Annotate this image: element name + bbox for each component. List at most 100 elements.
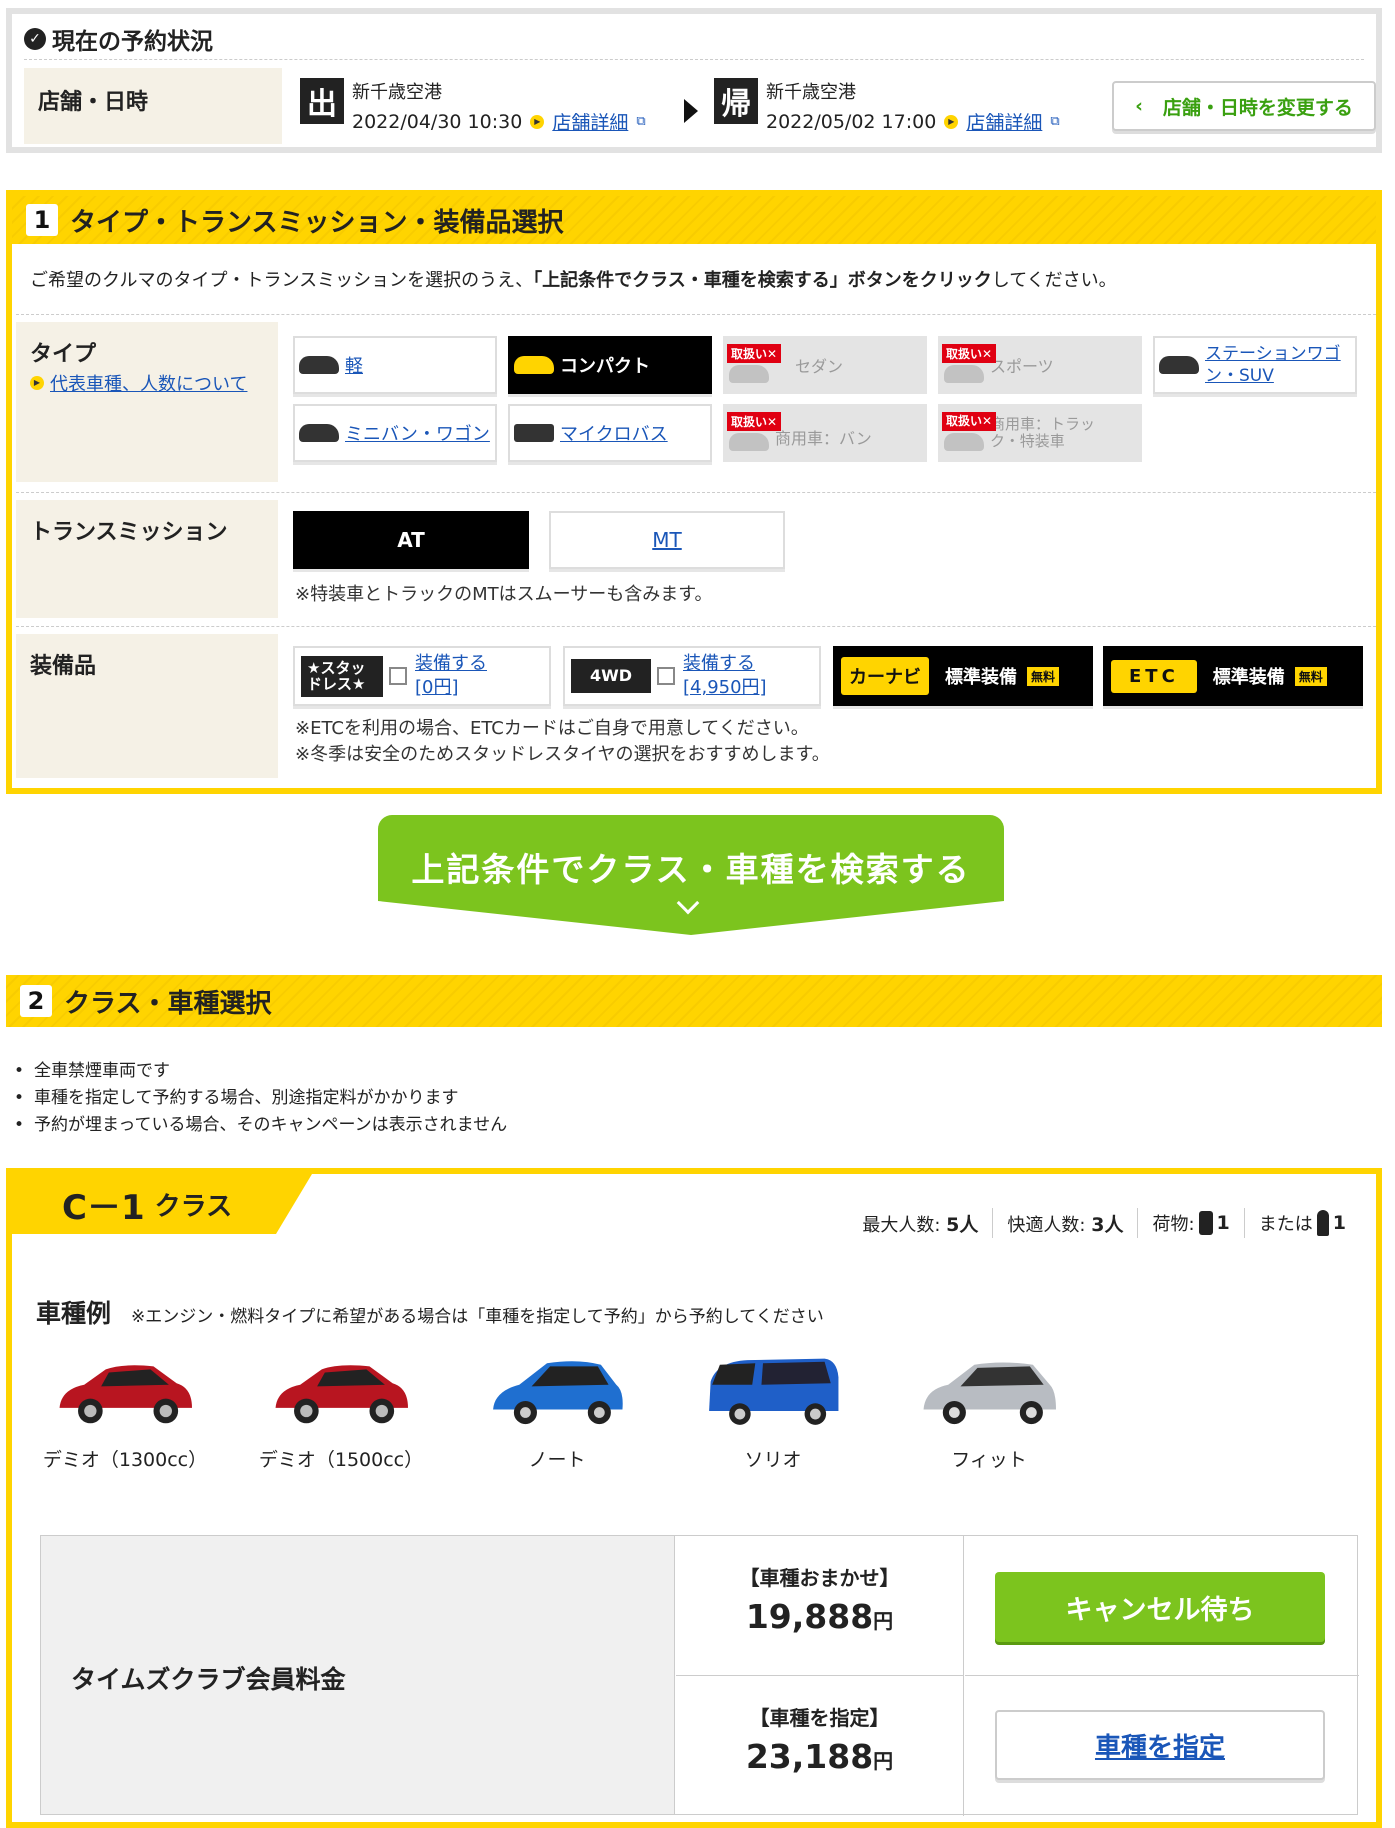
studless-option[interactable]: ★スタッドレス★ 装備する [0円] [293, 646, 551, 706]
van-icon [729, 433, 769, 451]
comfortable-passengers: 3人 [1091, 1213, 1124, 1236]
studless-checkbox[interactable] [389, 667, 407, 685]
car-icon [514, 356, 554, 374]
car-examples-list: デミオ（1300cc） デミオ（1500cc） ノート ソリオ フィット [32, 1354, 1082, 1472]
chevron-left-icon: ‹ [1135, 95, 1143, 117]
car-image [709, 1358, 839, 1425]
studless-tag: ★スタッドレス★ [301, 655, 383, 697]
car-example: ソリオ [680, 1354, 866, 1472]
reservation-status-title: 現在の予約状況 [52, 29, 213, 55]
step1-header: 1 タイプ・トランスミッション・装備品選択 [12, 196, 1376, 244]
transmission-at-button[interactable]: AT [293, 511, 529, 569]
select-car-model-button[interactable]: 車種を指定 [995, 1710, 1325, 1780]
car-example: デミオ（1500cc） [248, 1354, 434, 1472]
type-sedan-button: 取扱い✕ セダン [723, 336, 927, 394]
type-van-button: 取扱い✕ 商用車：バン [723, 404, 927, 462]
car-example: フィット [896, 1354, 1082, 1472]
car-image [59, 1365, 192, 1424]
price-table: タイムズクラブ会員料金 【車種おまかせ】 19,888円 【車種を指定】 23,… [40, 1535, 1359, 1816]
transmission-mt-button[interactable]: MT [549, 511, 785, 569]
bus-icon [514, 424, 554, 442]
4wd-tag: 4WD [571, 659, 651, 693]
omakase-price-cell: 【車種おまかせ】 19,888円 [676, 1536, 964, 1676]
class-tab: C－1 クラス [12, 1174, 312, 1234]
car-example: デミオ（1300cc） [32, 1354, 218, 1472]
member-price-label: タイムズクラブ会員料金 [71, 1665, 346, 1694]
car-icon [729, 365, 769, 383]
departure-datetime: 2022/04/30 10:30 [352, 110, 523, 133]
store-datetime-label: 店舗・日時 [24, 68, 282, 144]
navigation-standard-badge: カーナビ 標準装備 無料 [833, 646, 1093, 706]
step1-number: 1 [26, 204, 58, 236]
unavailable-badge: 取扱い✕ [942, 344, 997, 363]
golf-bag-icon [1316, 1210, 1329, 1236]
omakase-action-cell: キャンセル待ち [965, 1536, 1359, 1676]
type-compact-button[interactable]: コンパクト [508, 336, 712, 394]
arrow-bullet-icon: ▶ [530, 114, 545, 129]
specified-price-cell: 【車種を指定】 23,188円 [676, 1676, 964, 1816]
check-circle-icon: ✓ [24, 28, 46, 50]
step2-title: クラス・車種選択 [64, 988, 272, 1019]
car-image [275, 1365, 408, 1424]
specified-price: 23,188 [745, 1737, 874, 1776]
type-truck-button: 取扱い✕ 商用車：トラック・特装車 [938, 404, 1142, 462]
max-passengers: 5人 [946, 1213, 979, 1236]
return-badge: 帰 [714, 78, 758, 124]
external-window-icon: ⧉ [1050, 114, 1060, 129]
car-name: デミオ（1300cc） [42, 1449, 208, 1471]
unavailable-badge: 取扱い✕ [727, 344, 782, 363]
list-item: 車種を指定して予約する場合、別途指定料がかかります [14, 1085, 507, 1112]
return-store: 新千歳空港 [766, 82, 856, 103]
navigation-tag: カーナビ [841, 657, 929, 695]
cancel-wait-button[interactable]: キャンセル待ち [995, 1572, 1325, 1642]
type-label: タイプ [30, 342, 97, 367]
car-image [923, 1362, 1056, 1425]
4wd-option[interactable]: 4WD 装備する [4,950円] [563, 646, 821, 706]
transmission-note: ※特装車とトラックのMTはスムーサーも含みます。 [295, 584, 713, 605]
equipment-label: 装備品 [16, 634, 278, 778]
type-microbus-button[interactable]: マイクロバス [508, 404, 712, 462]
step2-panel: 2 クラス・車種選択 [6, 975, 1382, 1027]
return-store-detail-link[interactable]: 店舗詳細 [966, 108, 1042, 135]
return-datetime: 2022/05/02 17:00 [766, 110, 937, 133]
studless-note: ※冬季は安全のためスタッドレスタイヤの選択をおすすめします。 [295, 744, 830, 765]
type-kei-button[interactable]: 軽 [293, 336, 497, 394]
omakase-price: 19,888 [745, 1597, 874, 1636]
type-label-cell: タイプ ▶ 代表車種、人数について [16, 322, 278, 482]
etc-note: ※ETCを利用の場合、ETCカードはご自身で用意してください。 [295, 718, 809, 739]
departure-badge: 出 [300, 78, 344, 124]
departure-store-detail-link[interactable]: 店舗詳細 [552, 108, 628, 135]
reservation-status-panel: ✓ 現在の予約状況 店舗・日時 出 新千歳空港 2022/04/30 10:30 … [6, 8, 1382, 153]
step1-instruction: ご希望のクルマのタイプ・トランスミッションを選択のうえ、「上記条件でクラス・車種… [30, 270, 1117, 291]
class-card: C－1 クラス 最大人数: 5人 快適人数: 3人 荷物: 1 または 1 車種例 ※… [6, 1168, 1382, 1828]
golf-bag-count: 1 [1332, 1212, 1346, 1234]
arrow-bullet-icon: ▶ [944, 114, 959, 129]
unavailable-badge: 取扱い✕ [942, 412, 997, 431]
step1-title: タイプ・トランスミッション・装備品選択 [70, 207, 564, 238]
list-item: 予約が埋まっている場合、そのキャンペーンは表示されません [14, 1112, 507, 1139]
type-minivan-button[interactable]: ミニバン・ワゴン [293, 404, 497, 462]
car-example: ノート [464, 1354, 650, 1472]
unavailable-badge: 取扱い✕ [727, 412, 782, 431]
car-name: ノート [528, 1449, 586, 1471]
car-name: デミオ（1500cc） [258, 1449, 424, 1471]
4wd-checkbox[interactable] [657, 667, 675, 685]
type-wagon-suv-button[interactable]: ステーションワゴン・SUV [1153, 336, 1357, 394]
reservation-status-heading: ✓ 現在の予約状況 [24, 22, 213, 56]
class-capacity-info: 最大人数: 5人 快適人数: 3人 荷物: 1 または 1 [862, 1208, 1346, 1238]
step2-notes-list: 全車禁煙車両です 車種を指定して予約する場合、別途指定料がかかります 予約が埋ま… [14, 1058, 507, 1139]
car-icon [299, 424, 339, 442]
car-examples-heading: 車種例 ※エンジン・燃料タイプに希望がある場合は「車種を指定して予約」から予約し… [36, 1299, 824, 1328]
vehicle-info-link[interactable]: 代表車種、人数について [50, 370, 247, 396]
specified-action-cell: 車種を指定 [965, 1676, 1359, 1816]
type-sports-button: 取扱い✕ スポーツ [938, 336, 1142, 394]
search-class-button[interactable]: 上記条件でクラス・車種を検索する [378, 815, 1004, 935]
change-store-datetime-button[interactable]: ‹ 店舗・日時を変更する [1112, 81, 1376, 131]
change-button-label: 店舗・日時を変更する [1162, 96, 1353, 119]
arrow-right-icon [684, 99, 698, 123]
class-name: C－1 [62, 1187, 145, 1228]
car-name: フィット [951, 1449, 1027, 1471]
luggage-count: 1 [1216, 1212, 1230, 1234]
etc-tag: ETC [1111, 659, 1197, 693]
car-icon [944, 365, 984, 383]
